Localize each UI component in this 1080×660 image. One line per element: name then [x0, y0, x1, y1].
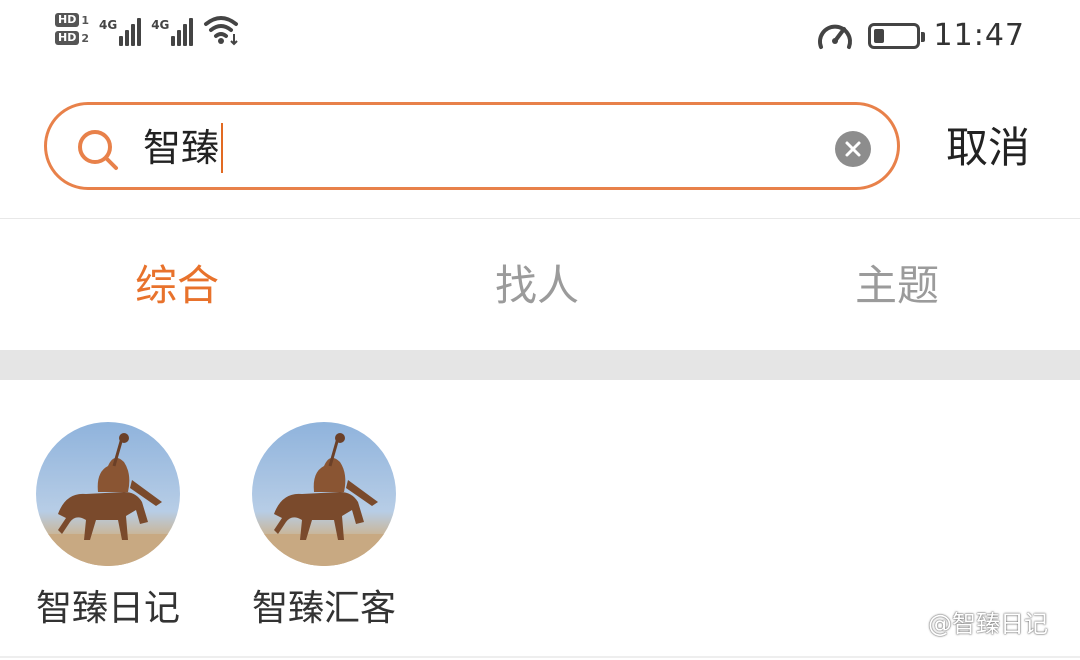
cancel-button[interactable]: 取消 [946, 120, 1030, 176]
avatar[interactable] [36, 422, 180, 566]
search-query: 智臻 [143, 126, 220, 170]
network-type: 4G [99, 18, 118, 32]
wifi-icon [204, 16, 239, 46]
tab-people[interactable]: 找人 [495, 258, 579, 314]
signal-bar [119, 36, 124, 46]
user-name[interactable]: 智臻汇客 [252, 586, 396, 632]
sim2-indicator: HD 2 [55, 31, 89, 45]
search-input[interactable]: 智臻 [143, 123, 224, 173]
clear-button[interactable] [835, 131, 871, 167]
user-result[interactable]: 智臻汇客 [252, 422, 402, 629]
sim-number: 1 [81, 13, 89, 27]
signal-bar [131, 24, 136, 46]
user-result[interactable]: 智臻日记 [36, 422, 186, 629]
signal-bar [177, 30, 182, 46]
signal-bar [125, 30, 130, 46]
divider [0, 656, 1080, 658]
sim-number: 2 [81, 31, 89, 45]
signal-bar [137, 18, 142, 46]
battery-fill [873, 28, 884, 43]
battery-icon [867, 22, 925, 49]
speed-icon [817, 24, 852, 49]
close-icon [845, 141, 861, 157]
text-caret [221, 123, 224, 173]
signal-bar [171, 36, 176, 46]
statue-image [36, 433, 180, 566]
search-box[interactable]: 智臻 [44, 102, 900, 190]
statue-image [252, 433, 396, 566]
status-bar-left: HD 1 HD 2 4G 4G [55, 12, 243, 46]
divider [0, 218, 1080, 219]
avatar[interactable] [252, 422, 396, 566]
signal-icon: 4G [151, 12, 194, 46]
sim-indicators: HD 1 HD 2 [55, 13, 89, 45]
sim1-indicator: HD 1 [55, 13, 89, 27]
signal-icon: 4G [99, 12, 142, 46]
signal-bar [183, 24, 188, 46]
search-icon [78, 130, 118, 170]
status-bar: HD 1 HD 2 4G 4G 11:47 [0, 0, 1080, 80]
tab-comprehensive[interactable]: 综合 [135, 258, 219, 314]
tab-topics[interactable]: 主题 [855, 258, 939, 314]
signal-bar [189, 18, 194, 46]
hd-badge: HD [55, 13, 80, 27]
user-name[interactable]: 智臻日记 [36, 586, 180, 632]
clock: 11:47 [933, 18, 1025, 53]
network-type: 4G [151, 18, 170, 32]
watermark: @智臻日记 [928, 610, 1048, 638]
hd-badge: HD [55, 31, 80, 45]
status-bar-right: 11:47 [816, 18, 1025, 53]
section-separator [0, 350, 1080, 380]
